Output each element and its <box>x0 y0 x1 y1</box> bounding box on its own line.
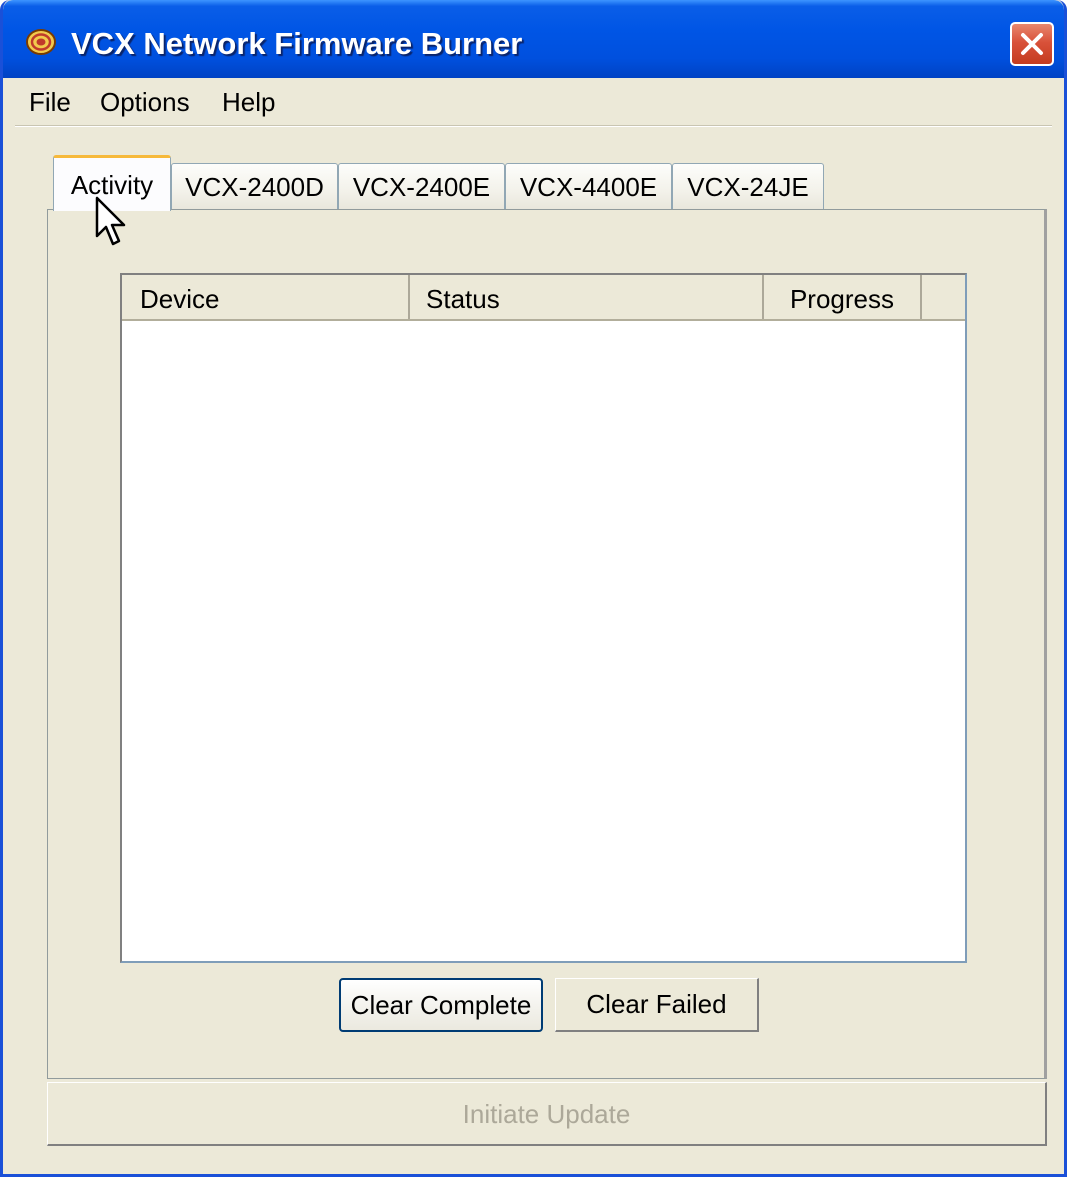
column-progress-label: Progress <box>789 284 895 314</box>
tab-vcx-24je-label: VCX-24JE <box>687 172 809 202</box>
close-button[interactable] <box>1010 22 1054 66</box>
initiate-update-button[interactable]: Initiate Update <box>47 1082 1047 1146</box>
list-header: Device Status Progress <box>122 275 965 321</box>
column-header-filler <box>922 275 965 319</box>
mouse-cursor-icon <box>95 196 126 246</box>
tab-vcx-2400d-label: VCX-2400D <box>185 172 324 202</box>
app-logo-icon <box>26 29 56 55</box>
menu-help[interactable]: Help <box>222 87 275 118</box>
tab-vcx-2400d[interactable]: VCX-2400D <box>171 163 338 209</box>
menu-options[interactable]: Options <box>100 87 190 118</box>
tab-vcx-24je[interactable]: VCX-24JE <box>672 163 824 209</box>
menu-bar: File Options Help <box>3 78 1064 126</box>
clear-failed-button[interactable]: Clear Failed <box>555 978 759 1032</box>
activity-list[interactable]: Device Status Progress <box>120 273 967 963</box>
clear-failed-label: Clear Failed <box>586 989 727 1019</box>
app-window: VCX Network Firmware Burner File Options… <box>0 0 1067 1177</box>
tab-vcx-2400e-label: VCX-2400E <box>352 172 491 202</box>
clear-complete-label: Clear Complete <box>350 990 532 1020</box>
close-icon <box>1021 33 1043 55</box>
list-body[interactable] <box>122 321 965 961</box>
menu-file[interactable]: File <box>29 87 71 118</box>
initiate-update-label: Initiate Update <box>462 1099 631 1129</box>
tab-vcx-2400e[interactable]: VCX-2400E <box>338 163 505 209</box>
column-status-label: Status <box>426 284 500 314</box>
clear-complete-button[interactable]: Clear Complete <box>339 978 543 1032</box>
column-device-label: Device <box>140 284 220 314</box>
column-header-progress[interactable]: Progress <box>764 275 922 319</box>
tab-vcx-4400e-label: VCX-4400E <box>519 172 658 202</box>
tab-vcx-4400e[interactable]: VCX-4400E <box>505 163 672 209</box>
window-title: VCX Network Firmware Burner <box>71 26 523 61</box>
menu-separator <box>15 125 1052 127</box>
column-header-device[interactable]: Device <box>122 275 410 319</box>
title-bar[interactable]: VCX Network Firmware Burner <box>3 0 1064 78</box>
column-header-status[interactable]: Status <box>410 275 764 319</box>
